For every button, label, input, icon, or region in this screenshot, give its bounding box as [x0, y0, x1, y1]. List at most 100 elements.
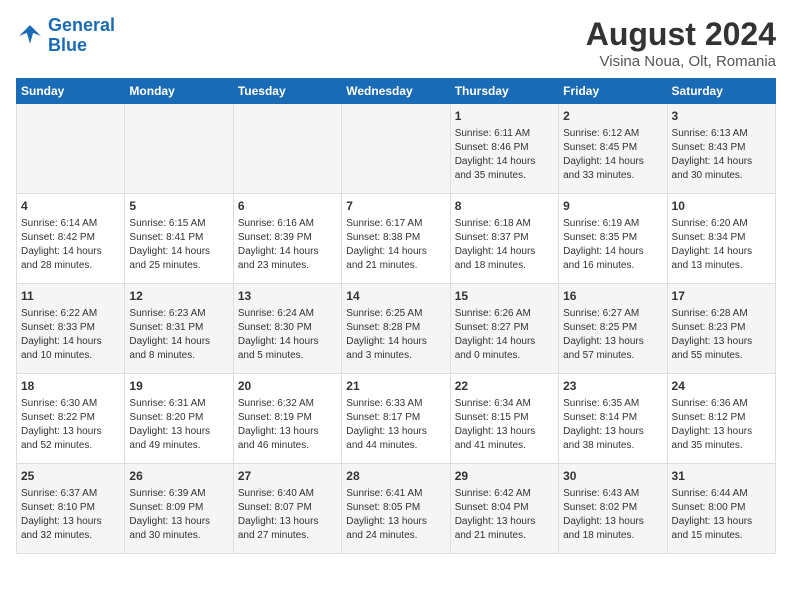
calendar-cell [342, 104, 450, 194]
day-info: Sunrise: 6:40 AM Sunset: 8:07 PM Dayligh… [238, 487, 337, 543]
week-row-1: 1 Sunrise: 6:11 AM Sunset: 8:46 PM Daylig… [17, 104, 776, 194]
week-row-3: 11Sunrise: 6:22 AM Sunset: 8:33 PM Dayli… [17, 284, 776, 374]
calendar-cell [125, 104, 233, 194]
calendar-cell: 20 Sunrise: 6:32 AM Sunset: 8:19 PM Dayli… [233, 374, 341, 464]
calendar-cell: 1 Sunrise: 6:11 AM Sunset: 8:46 PM Daylig… [450, 104, 558, 194]
header-day-monday: Monday [125, 79, 233, 104]
day-number: 21 [346, 378, 445, 395]
day-info: Sunrise: 6:33 AM Sunset: 8:17 PM Dayligh… [346, 397, 445, 453]
calendar-cell: 3Sunrise: 6:13 AM Sunset: 8:43 PM Daylig… [667, 104, 775, 194]
day-number: 24 [672, 378, 771, 395]
calendar-cell: 22Sunrise: 6:34 AM Sunset: 8:15 PM Dayli… [450, 374, 558, 464]
day-info: Sunrise: 6:22 AM Sunset: 8:33 PM Dayligh… [21, 307, 120, 363]
day-info: Sunrise: 6:39 AM Sunset: 8:09 PM Dayligh… [129, 487, 228, 543]
header-day-tuesday: Tuesday [233, 79, 341, 104]
week-row-5: 25 Sunrise: 6:37 AM Sunset: 8:10 PM Dayli… [17, 464, 776, 554]
calendar-cell: 9Sunrise: 6:19 AM Sunset: 8:35 PM Daylig… [559, 194, 667, 284]
calendar-cell: 17 Sunrise: 6:28 AM Sunset: 8:23 PM Dayli… [667, 284, 775, 374]
title-area: August 2024 Visina Noua, Olt, Romania [586, 16, 776, 70]
calendar-cell: 29 Sunrise: 6:42 AM Sunset: 8:04 PM Dayli… [450, 464, 558, 554]
day-number: 14 [346, 288, 445, 305]
logo-line2: Blue [48, 35, 87, 55]
day-info: Sunrise: 6:27 AM Sunset: 8:25 PM Dayligh… [563, 307, 662, 363]
header-day-friday: Friday [559, 79, 667, 104]
calendar-cell [233, 104, 341, 194]
calendar-cell: 13 Sunrise: 6:24 AM Sunset: 8:30 PM Dayli… [233, 284, 341, 374]
day-number: 25 [21, 468, 120, 485]
day-number: 28 [346, 468, 445, 485]
day-info: Sunrise: 6:18 AM Sunset: 8:37 PM Dayligh… [455, 217, 554, 273]
logo-line1: General [48, 15, 115, 35]
logo-icon [16, 22, 44, 50]
day-number: 7 [346, 198, 445, 215]
day-info: Sunrise: 6:15 AM Sunset: 8:41 PM Dayligh… [129, 217, 228, 273]
day-number: 10 [672, 198, 771, 215]
day-info: Sunrise: 6:16 AM Sunset: 8:39 PM Dayligh… [238, 217, 337, 273]
day-number: 27 [238, 468, 337, 485]
day-info: Sunrise: 6:35 AM Sunset: 8:14 PM Dayligh… [563, 397, 662, 453]
calendar-cell: 4Sunrise: 6:14 AM Sunset: 8:42 PM Daylig… [17, 194, 125, 284]
day-number: 30 [563, 468, 662, 485]
day-info: Sunrise: 6:37 AM Sunset: 8:10 PM Dayligh… [21, 487, 120, 543]
day-info: Sunrise: 6:19 AM Sunset: 8:35 PM Dayligh… [563, 217, 662, 273]
header-day-thursday: Thursday [450, 79, 558, 104]
header-day-saturday: Saturday [667, 79, 775, 104]
calendar-cell: 23 Sunrise: 6:35 AM Sunset: 8:14 PM Dayli… [559, 374, 667, 464]
day-info: Sunrise: 6:32 AM Sunset: 8:19 PM Dayligh… [238, 397, 337, 453]
calendar-body: 1 Sunrise: 6:11 AM Sunset: 8:46 PM Daylig… [17, 104, 776, 554]
logo: General Blue [16, 16, 115, 56]
day-info: Sunrise: 6:23 AM Sunset: 8:31 PM Dayligh… [129, 307, 228, 363]
calendar-cell: 30 Sunrise: 6:43 AM Sunset: 8:02 PM Dayli… [559, 464, 667, 554]
calendar-cell: 15 Sunrise: 6:26 AM Sunset: 8:27 PM Dayli… [450, 284, 558, 374]
day-number: 13 [238, 288, 337, 305]
header-day-wednesday: Wednesday [342, 79, 450, 104]
calendar-cell: 2Sunrise: 6:12 AM Sunset: 8:45 PM Daylig… [559, 104, 667, 194]
calendar-cell: 27 Sunrise: 6:40 AM Sunset: 8:07 PM Dayli… [233, 464, 341, 554]
day-info: Sunrise: 6:28 AM Sunset: 8:23 PM Dayligh… [672, 307, 771, 363]
day-number: 12 [129, 288, 228, 305]
calendar-cell: 19Sunrise: 6:31 AM Sunset: 8:20 PM Dayli… [125, 374, 233, 464]
day-number: 18 [21, 378, 120, 395]
day-number: 29 [455, 468, 554, 485]
day-info: Sunrise: 6:14 AM Sunset: 8:42 PM Dayligh… [21, 217, 120, 273]
calendar-cell: 7Sunrise: 6:17 AM Sunset: 8:38 PM Daylig… [342, 194, 450, 284]
calendar-cell: 16 Sunrise: 6:27 AM Sunset: 8:25 PM Dayli… [559, 284, 667, 374]
day-number: 3 [672, 108, 771, 125]
location: Visina Noua, Olt, Romania [586, 53, 776, 70]
day-info: Sunrise: 6:30 AM Sunset: 8:22 PM Dayligh… [21, 397, 120, 453]
day-info: Sunrise: 6:25 AM Sunset: 8:28 PM Dayligh… [346, 307, 445, 363]
days-row: SundayMondayTuesdayWednesdayThursdayFrid… [17, 79, 776, 104]
day-info: Sunrise: 6:42 AM Sunset: 8:04 PM Dayligh… [455, 487, 554, 543]
calendar-cell: 24Sunrise: 6:36 AM Sunset: 8:12 PM Dayli… [667, 374, 775, 464]
calendar-table: SundayMondayTuesdayWednesdayThursdayFrid… [16, 78, 776, 554]
day-number: 22 [455, 378, 554, 395]
calendar-cell: 6Sunrise: 6:16 AM Sunset: 8:39 PM Daylig… [233, 194, 341, 284]
calendar-cell: 31Sunrise: 6:44 AM Sunset: 8:00 PM Dayli… [667, 464, 775, 554]
header-day-sunday: Sunday [17, 79, 125, 104]
day-number: 31 [672, 468, 771, 485]
day-number: 16 [563, 288, 662, 305]
week-row-4: 18 Sunrise: 6:30 AM Sunset: 8:22 PM Dayli… [17, 374, 776, 464]
day-number: 5 [129, 198, 228, 215]
day-number: 8 [455, 198, 554, 215]
day-number: 15 [455, 288, 554, 305]
day-info: Sunrise: 6:24 AM Sunset: 8:30 PM Dayligh… [238, 307, 337, 363]
day-info: Sunrise: 6:43 AM Sunset: 8:02 PM Dayligh… [563, 487, 662, 543]
calendar-cell: 10Sunrise: 6:20 AM Sunset: 8:34 PM Dayli… [667, 194, 775, 284]
calendar-cell: 28Sunrise: 6:41 AM Sunset: 8:05 PM Dayli… [342, 464, 450, 554]
day-info: Sunrise: 6:12 AM Sunset: 8:45 PM Dayligh… [563, 127, 662, 183]
calendar-cell: 18 Sunrise: 6:30 AM Sunset: 8:22 PM Dayli… [17, 374, 125, 464]
day-number: 17 [672, 288, 771, 305]
calendar-cell: 14 Sunrise: 6:25 AM Sunset: 8:28 PM Dayli… [342, 284, 450, 374]
day-number: 23 [563, 378, 662, 395]
calendar-header: SundayMondayTuesdayWednesdayThursdayFrid… [17, 79, 776, 104]
calendar-cell: 21 Sunrise: 6:33 AM Sunset: 8:17 PM Dayli… [342, 374, 450, 464]
day-info: Sunrise: 6:31 AM Sunset: 8:20 PM Dayligh… [129, 397, 228, 453]
day-number: 1 [455, 108, 554, 125]
day-info: Sunrise: 6:26 AM Sunset: 8:27 PM Dayligh… [455, 307, 554, 363]
day-info: Sunrise: 6:11 AM Sunset: 8:46 PM Dayligh… [455, 127, 554, 183]
day-number: 20 [238, 378, 337, 395]
logo-text: General Blue [48, 16, 115, 56]
calendar-cell: 11Sunrise: 6:22 AM Sunset: 8:33 PM Dayli… [17, 284, 125, 374]
calendar-cell: 12 Sunrise: 6:23 AM Sunset: 8:31 PM Dayli… [125, 284, 233, 374]
